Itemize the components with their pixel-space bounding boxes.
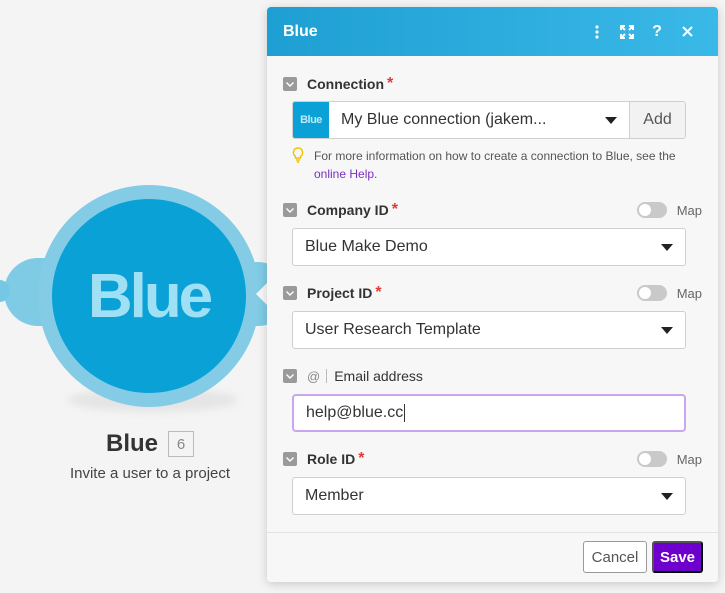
cancel-button[interactable]: Cancel [583, 541, 647, 573]
panel-pointer [256, 283, 267, 305]
required-marker: * [391, 201, 398, 218]
role-id-value: Member [305, 487, 364, 504]
module-subtitle: Invite a user to a project [69, 465, 231, 482]
role-map-toggle[interactable]: Map [636, 451, 702, 467]
chevron-down-icon [605, 116, 617, 124]
panel-title: Blue [283, 22, 318, 40]
connection-value: My Blue connection (jakem... [341, 111, 547, 128]
map-switch[interactable] [636, 202, 667, 218]
map-switch[interactable] [636, 451, 667, 467]
project-id-label: Project ID [307, 285, 373, 301]
company-id-label: Company ID [307, 202, 389, 218]
map-label: Map [676, 285, 702, 301]
email-value: help@blue.cc [306, 404, 404, 421]
role-id-select[interactable]: Member [292, 477, 686, 515]
connection-hint: For more information on how to create a … [292, 147, 686, 183]
chevron-down-icon [661, 243, 673, 251]
panel-footer: Cancel Save [267, 532, 718, 582]
collapse-chevron-icon[interactable] [283, 77, 297, 91]
add-connection-button[interactable]: Add [629, 102, 685, 138]
project-id-select[interactable]: User Research Template [292, 311, 686, 349]
required-marker: * [358, 450, 365, 467]
help-icon[interactable]: ? [642, 17, 672, 47]
required-marker: * [375, 284, 382, 301]
email-type-icon: @ [307, 368, 321, 384]
collapse-chevron-icon[interactable] [283, 452, 297, 466]
connection-select[interactable]: Blue My Blue connection (jakem... Add [292, 101, 686, 139]
role-id-label: Role ID [307, 451, 356, 467]
email-input[interactable]: help@blue.cc [292, 394, 686, 432]
connection-label: Connection [307, 76, 384, 92]
module-settings-panel: Blue ? Connection * Blue My Blue connect… [267, 7, 718, 582]
collapse-chevron-icon[interactable] [283, 203, 297, 217]
hint-text-block: For more information on how to create a … [314, 147, 686, 183]
module-title: Blue [105, 430, 158, 457]
collapse-chevron-icon[interactable] [283, 369, 297, 383]
company-id-value: Blue Make Demo [305, 238, 428, 255]
module-id-badge: 6 [168, 431, 194, 457]
hint-text-end: . [374, 167, 378, 181]
text-cursor [404, 404, 406, 422]
online-help-link[interactable]: online Help [314, 167, 374, 181]
chevron-down-icon [661, 492, 673, 500]
email-label: Email address [334, 368, 423, 384]
more-vertical-icon[interactable] [582, 17, 612, 47]
module-name-row: Blue 6 [0, 430, 300, 458]
email-field-group: @ Email address [283, 367, 702, 385]
lightbulb-icon [292, 147, 306, 183]
connection-dropdown[interactable]: My Blue connection (jakem... [329, 102, 629, 138]
map-switch[interactable] [636, 285, 667, 301]
panel-header: Blue ? [267, 7, 718, 56]
company-id-select[interactable]: Blue Make Demo [292, 228, 686, 266]
module-logo-text: Blue [87, 261, 213, 331]
hint-text: For more information on how to create a … [314, 149, 676, 163]
expand-icon[interactable] [612, 17, 642, 47]
label-divider [326, 369, 328, 383]
required-marker: * [387, 75, 394, 92]
connection-field: Connection * [283, 75, 702, 93]
module-icon[interactable]: Blue [52, 199, 246, 393]
project-id-value: User Research Template [305, 321, 481, 338]
blue-app-icon: Blue [293, 102, 329, 138]
project-id-field: Project ID * Map [283, 284, 702, 302]
project-map-toggle[interactable]: Map [636, 285, 702, 301]
chevron-down-icon [661, 326, 673, 334]
collapse-chevron-icon[interactable] [283, 286, 297, 300]
close-icon[interactable] [672, 17, 702, 47]
save-button[interactable]: Save [652, 541, 703, 573]
map-label: Map [676, 451, 702, 467]
company-map-toggle[interactable]: Map [636, 202, 702, 218]
role-id-field: Role ID * Map [283, 450, 702, 468]
map-label: Map [676, 202, 702, 218]
company-id-field: Company ID * Map [283, 201, 702, 219]
